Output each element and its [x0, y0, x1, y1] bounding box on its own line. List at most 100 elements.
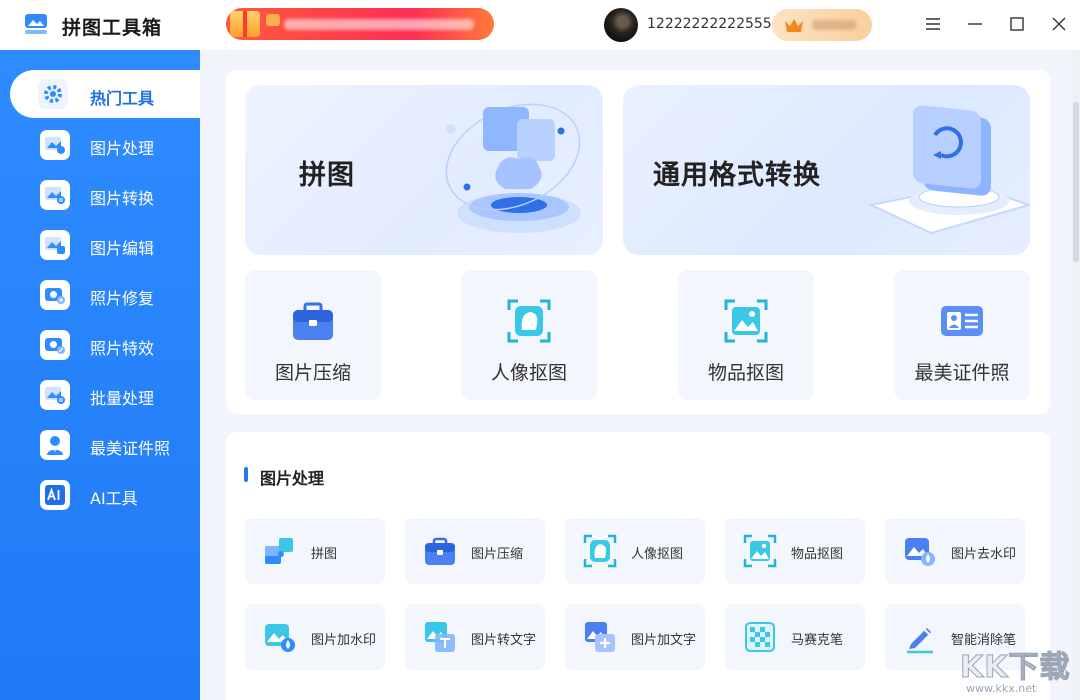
gift-icon — [230, 11, 260, 37]
site-watermark: KK下载 www.kkx.net — [952, 642, 1078, 698]
add-text-icon — [585, 622, 615, 652]
eraser-pen-icon — [907, 628, 933, 654]
sidebar-item-label: AI工具 — [90, 489, 138, 508]
title-bar: 拼图工具箱 12222222222555 — [0, 0, 1080, 50]
image-to-text-icon — [425, 622, 455, 652]
id-card-icon — [941, 306, 983, 336]
watermark-logo-text: KK下载 — [960, 650, 1071, 686]
maximize-icon — [1010, 17, 1024, 31]
portrait-cutout-icon — [583, 534, 617, 568]
section-title: 图片处理 — [244, 465, 324, 489]
object-cutout-icon — [743, 534, 777, 568]
tool-label: 图片加文字 — [631, 633, 697, 648]
tile-label: 物品抠图 — [707, 362, 784, 384]
tile-object-cutout[interactable]: 物品抠图 — [678, 270, 814, 400]
sidebar-item-label: 图片编辑 — [90, 239, 155, 258]
tool-label: 拼图 — [311, 547, 338, 562]
tool-label: 物品抠图 — [791, 547, 844, 562]
menu-button[interactable] — [921, 12, 945, 36]
mosaic-icon — [745, 622, 775, 652]
hot-tools-panel: 拼图 通用格式转换 图片压缩 人像抠图 物品抠图 最美证件照 — [226, 70, 1050, 414]
promo-text-blurred — [284, 19, 474, 30]
minimize-icon — [968, 23, 982, 25]
image-process-icon — [40, 130, 70, 160]
tool-add-text[interactable]: 图片加文字 — [565, 604, 705, 670]
sidebar-item-image-convert[interactable]: 图片转换 — [10, 170, 200, 218]
portrait-cutout-icon — [507, 299, 551, 343]
sidebar-item-hot-tools[interactable]: 热门工具 — [10, 70, 200, 118]
banner-puzzle[interactable]: 拼图 — [245, 85, 603, 255]
watermark-url: www.kkx.net — [966, 682, 1037, 695]
banner-title: 通用格式转换 — [653, 160, 821, 191]
tool-remove-watermark[interactable]: 图片去水印 — [885, 518, 1025, 584]
sidebar-item-photo-effect[interactable]: 照片特效 — [10, 320, 200, 368]
tool-image-compress[interactable]: 图片压缩 — [405, 518, 545, 584]
remove-watermark-icon — [905, 538, 935, 566]
maximize-button[interactable] — [1005, 12, 1029, 36]
sidebar: 热门工具 图片处理 图片转换 图片编辑 照片修复 照片特效 批量处理 最美证件照… — [0, 50, 200, 700]
image-convert-icon — [40, 180, 70, 210]
scrollbar[interactable] — [1072, 50, 1080, 700]
app-logo-icon — [25, 14, 47, 34]
tool-mosaic-pen[interactable]: 马赛克笔 — [725, 604, 865, 670]
sidebar-item-label: 批量处理 — [90, 389, 155, 408]
banner-format-convert[interactable]: 通用格式转换 — [623, 85, 1030, 255]
puzzle-icon — [265, 538, 293, 564]
briefcase-icon — [425, 537, 455, 565]
vip-button[interactable] — [772, 9, 872, 41]
batch-icon — [40, 380, 70, 410]
ai-icon — [40, 480, 70, 510]
tool-add-watermark[interactable]: 图片加水印 — [245, 604, 385, 670]
tool-portrait-cutout[interactable]: 人像抠图 — [565, 518, 705, 584]
close-icon — [1052, 17, 1066, 31]
sidebar-item-image-edit[interactable]: 图片编辑 — [10, 220, 200, 268]
crown-icon — [785, 19, 803, 32]
sidebar-item-label: 最美证件照 — [90, 439, 171, 458]
puzzle-illustration-icon — [445, 103, 581, 233]
avatar[interactable] — [604, 8, 638, 42]
id-photo-icon — [40, 430, 70, 460]
add-watermark-icon — [265, 624, 295, 652]
tool-label: 图片去水印 — [951, 547, 1017, 562]
user-phone[interactable]: 12222222222555 — [647, 16, 772, 32]
tool-label: 图片压缩 — [471, 547, 524, 562]
sidebar-item-batch[interactable]: 批量处理 — [10, 370, 200, 418]
banner-title: 拼图 — [299, 160, 355, 191]
app-title: 拼图工具箱 — [62, 17, 163, 39]
tool-image-to-text[interactable]: 图片转文字 — [405, 604, 545, 670]
sidebar-item-image-process[interactable]: 图片处理 — [10, 120, 200, 168]
settings-gear-icon — [38, 79, 68, 109]
tile-label: 人像抠图 — [490, 362, 567, 384]
sidebar-item-ai[interactable]: AI工具 — [10, 470, 200, 518]
format-convert-illustration-icon — [867, 105, 1030, 235]
sidebar-item-label: 图片转换 — [90, 189, 155, 208]
photo-repair-icon — [40, 280, 70, 310]
menu-icon — [926, 18, 940, 30]
sidebar-item-id-photo[interactable]: 最美证件照 — [10, 420, 200, 468]
sidebar-item-label: 热门工具 — [90, 89, 155, 108]
image-edit-icon — [40, 230, 70, 260]
tool-puzzle[interactable]: 拼图 — [245, 518, 385, 584]
tile-label: 最美证件照 — [914, 362, 1010, 384]
tool-label: 马赛克笔 — [791, 633, 844, 648]
briefcase-icon — [293, 302, 333, 340]
tile-label: 图片压缩 — [274, 362, 351, 384]
object-cutout-icon — [724, 299, 768, 343]
tile-image-compress[interactable]: 图片压缩 — [245, 270, 381, 400]
scrollbar-thumb[interactable] — [1073, 102, 1079, 262]
tool-label: 人像抠图 — [631, 547, 684, 562]
minimize-button[interactable] — [963, 12, 987, 36]
close-button[interactable] — [1047, 12, 1071, 36]
tool-label: 图片转文字 — [471, 633, 537, 648]
sidebar-item-label: 图片处理 — [90, 139, 155, 158]
vip-text-blurred — [812, 20, 856, 30]
promo-banner[interactable] — [226, 8, 494, 40]
sidebar-item-label: 照片修复 — [90, 289, 155, 308]
tool-object-cutout[interactable]: 物品抠图 — [725, 518, 865, 584]
sidebar-item-photo-repair[interactable]: 照片修复 — [10, 270, 200, 318]
tile-id-photo[interactable]: 最美证件照 — [894, 270, 1030, 400]
tool-label: 图片加水印 — [311, 633, 377, 648]
tile-portrait-cutout[interactable]: 人像抠图 — [461, 270, 597, 400]
photo-effect-icon — [40, 330, 70, 360]
sidebar-item-label: 照片特效 — [90, 339, 155, 358]
